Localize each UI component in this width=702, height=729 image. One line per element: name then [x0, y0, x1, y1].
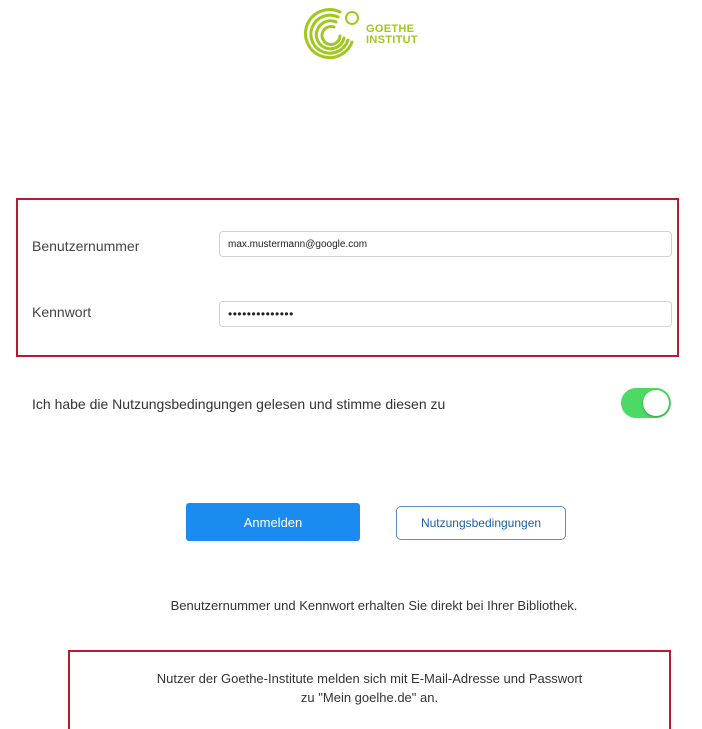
logo-line2: INSTITUT	[366, 34, 418, 46]
terms-button[interactable]: Nutzungsbedingungen	[396, 506, 566, 540]
credentials-info-text: Benutzernummer und Kennwort erhalten Sie…	[170, 598, 578, 613]
terms-agreement-toggle[interactable]	[621, 388, 671, 418]
note-line1: Nutzer der Goethe-Institute melden sich …	[156, 671, 583, 686]
toggle-knob	[643, 390, 669, 416]
terms-agreement-text: Ich habe die Nutzungsbedingungen gelesen…	[32, 396, 446, 412]
goethe-swirl-icon	[304, 8, 359, 60]
note-line2: zu "Mein goelhe.de" an.	[300, 690, 439, 705]
password-input[interactable]	[219, 301, 672, 327]
username-label: Benutzernummer	[32, 238, 140, 254]
logo-wordmark: GOETHE INSTITUT	[366, 24, 418, 46]
goethe-institut-note-box: Nutzer der Goethe-Institute melden sich …	[68, 650, 671, 729]
username-input[interactable]	[219, 231, 672, 257]
password-label: Kennwort	[32, 304, 92, 320]
login-credentials-box: Benutzernummer Kennwort	[16, 198, 679, 357]
login-button[interactable]: Anmelden	[186, 503, 360, 541]
goethe-institut-logo: GOETHE INSTITUT	[300, 2, 460, 60]
